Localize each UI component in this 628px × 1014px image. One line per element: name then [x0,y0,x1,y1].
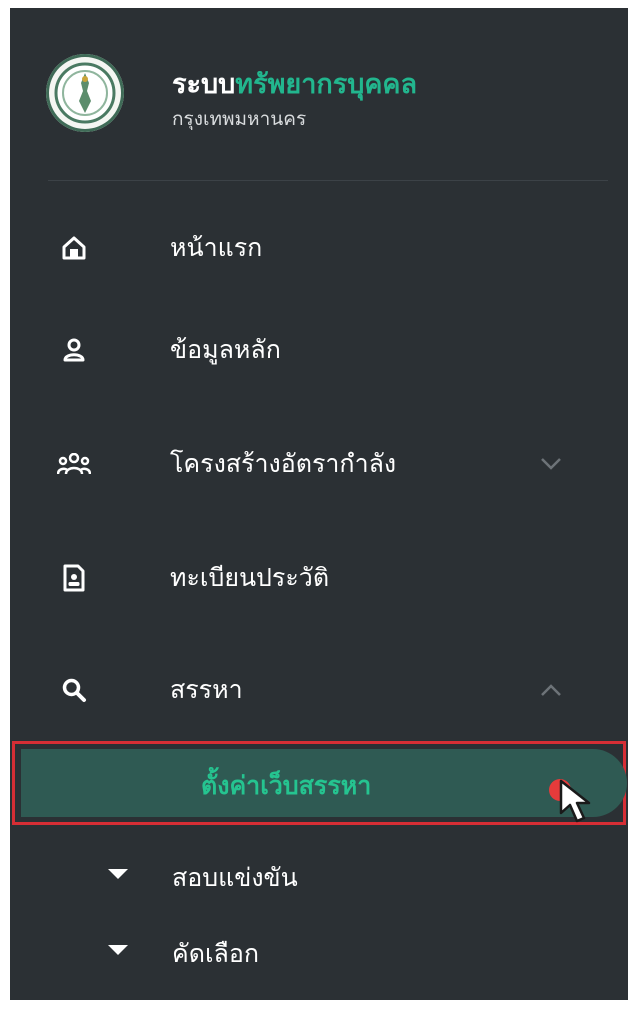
caret-down-icon [106,942,130,958]
subnav-item-competitive-exam[interactable]: สอบแข่งขัน [10,846,628,902]
caret-down-icon [106,866,130,882]
highlight-box: ตั้งค่าเว็บสรรหา [12,741,627,825]
subnav-item-label: คัดเลือก [172,939,259,968]
brand-subtitle: กรุงเทพมหานคร [172,108,307,130]
chevron-down-icon[interactable] [538,451,564,477]
nav-item-label: หน้าแรก [170,233,263,262]
nav-item-profile-registry[interactable]: ทะเบียนประวัติ [10,548,628,608]
sidebar: ระบบทรัพยากรบุคคล กรุงเทพมหานคร หน้าแรก … [10,8,628,1000]
bangkok-logo [46,54,124,132]
subnav-item-label: สอบแข่งขัน [172,863,298,892]
subnav-item-label: ตั้งค่าเว็บสรรหา [201,771,372,800]
chevron-up-icon[interactable] [538,677,564,703]
mouse-cursor-icon [559,779,591,823]
nav-item-master-data[interactable]: ข้อมูลหลัก [10,320,628,380]
nav-item-label: สรรหา [170,675,243,704]
subnav-item-recruitment-web-settings[interactable]: ตั้งค่าเว็บสรรหา [21,749,627,823]
nav-item-label: ข้อมูลหลัก [170,335,281,364]
brand-title-part2: ทรัพยากรบุคคล [235,69,418,100]
brand-title-part1: ระบบ [172,69,236,100]
subnav-item-selection[interactable]: คัดเลือก [10,922,628,978]
users-group-icon [56,446,92,482]
profile-document-icon [56,560,92,596]
nav-item-home[interactable]: หน้าแรก [10,218,628,278]
nav-item-label: ทะเบียนประวัติ [170,563,330,592]
nav-item-recruitment[interactable]: สรรหา [10,660,628,720]
search-icon [56,672,92,708]
brand-title: ระบบทรัพยากรบุคคล [172,68,612,102]
nav-item-org-structure[interactable]: โครงสร้างอัตรากำลัง [10,434,628,494]
home-icon [56,230,92,266]
nav-item-label: โครงสร้างอัตรากำลัง [170,449,397,478]
user-icon [56,332,92,368]
brand: ระบบทรัพยากรบุคคล กรุงเทพมหานคร [172,68,612,132]
header-divider [48,180,608,181]
